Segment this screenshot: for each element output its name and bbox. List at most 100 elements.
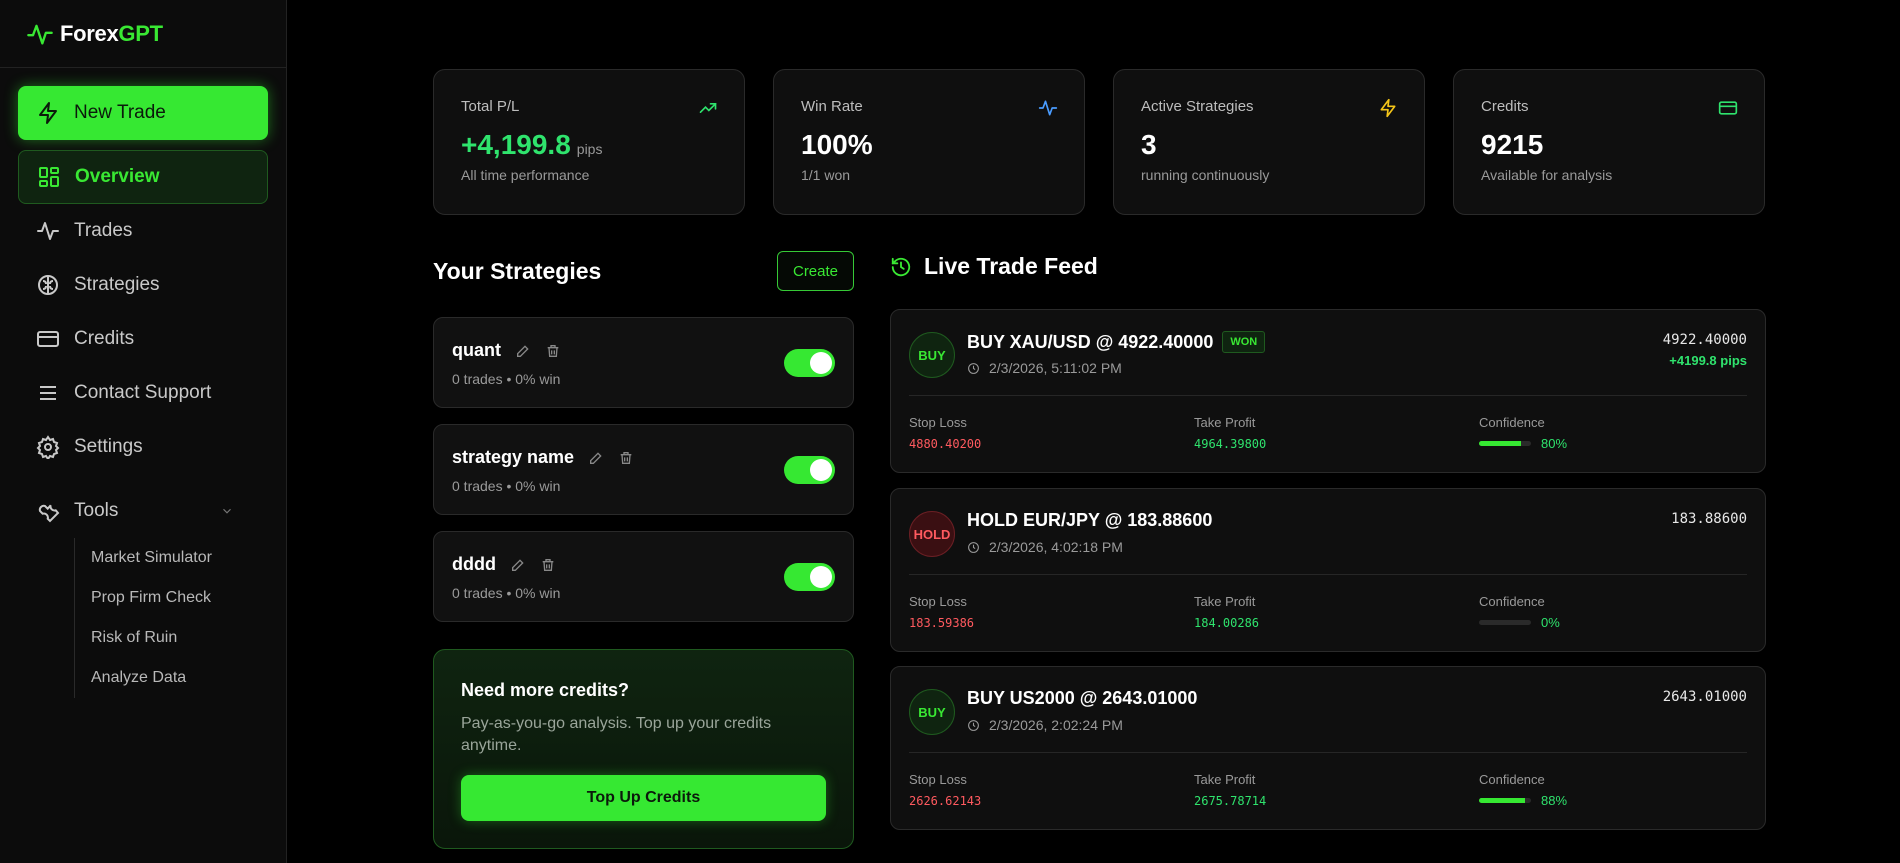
pencil-icon[interactable] — [510, 557, 526, 573]
confidence-label: Confidence — [1479, 415, 1545, 430]
trash-icon[interactable] — [618, 450, 634, 466]
sidebar-item-tools[interactable]: Tools — [18, 484, 268, 538]
stop-loss-value: 2626.62143 — [909, 794, 982, 808]
trade-action-badge: HOLD — [909, 511, 955, 557]
tools-item-analyze-data[interactable]: Analyze Data — [91, 658, 268, 698]
create-strategy-button[interactable]: Create — [777, 251, 854, 291]
stat-subtext: 1/1 won — [801, 167, 851, 183]
confidence-label: Confidence — [1479, 772, 1545, 787]
trade-time-row: 2/3/2026, 2:02:24 PM — [967, 717, 1123, 733]
stop-loss-label: Stop Loss — [909, 772, 967, 787]
brand[interactable]: ForexGPT — [0, 0, 286, 68]
trash-icon[interactable] — [540, 557, 556, 573]
trade-time-row: 2/3/2026, 5:11:02 PM — [967, 360, 1122, 376]
stat-card-credits: Credits 9215 Available for analysis — [1453, 69, 1765, 215]
divider — [909, 752, 1747, 753]
confidence-track — [1479, 798, 1531, 803]
stat-value: +4,199.8 pips — [461, 129, 717, 161]
feed-header: Live Trade Feed — [890, 253, 1098, 280]
strategy-toggle[interactable] — [784, 563, 835, 591]
strategy-meta: 0 trades • 0% win — [452, 478, 561, 494]
stop-loss-label: Stop Loss — [909, 415, 967, 430]
strategy-card[interactable]: strategy name 0 trades • 0% win — [433, 424, 854, 515]
sidebar-item-label: Tools — [74, 500, 119, 521]
wrench-icon — [38, 504, 60, 523]
pulse-logo-icon — [27, 24, 53, 44]
pencil-icon[interactable] — [515, 343, 531, 359]
stat-subtext: running continuously — [1141, 167, 1270, 183]
trade-card[interactable]: BUY BUY XAU/USD @ 4922.40000 WON 2/3/202… — [890, 309, 1766, 473]
trade-title-row: HOLD EUR/JPY @ 183.88600 — [967, 510, 1212, 531]
sidebar-item-label: Trades — [74, 220, 133, 241]
confidence-meter: 80% — [1479, 436, 1567, 451]
stat-subtext: Available for analysis — [1481, 167, 1613, 183]
sidebar-nav: New Trade Overview Trades Strategies Cre… — [0, 68, 286, 716]
tools-item-risk-of-ruin[interactable]: Risk of Ruin — [91, 618, 268, 658]
confidence-value: 0% — [1541, 615, 1560, 630]
strategy-name-row: quant — [452, 340, 835, 361]
trade-card[interactable]: BUY BUY US2000 @ 2643.01000 2/3/2026, 2:… — [890, 666, 1766, 830]
sidebar-item-trades[interactable]: Trades — [18, 204, 268, 258]
zap-icon — [1380, 98, 1396, 118]
strategy-name: quant — [452, 340, 501, 360]
trade-card[interactable]: HOLD HOLD EUR/JPY @ 183.88600 2/3/2026, … — [890, 488, 1766, 652]
trade-pips: +4199.8 pips — [1669, 353, 1747, 368]
stat-label: Credits — [1481, 98, 1529, 115]
sidebar-item-label: Contact Support — [74, 382, 212, 403]
strategy-card[interactable]: quant 0 trades • 0% win — [433, 317, 854, 408]
brand-prefix: Forex — [60, 20, 119, 46]
tools-item-prop-firm-check[interactable]: Prop Firm Check — [91, 578, 268, 618]
confidence-value: 88% — [1541, 793, 1568, 808]
trade-price: 4922.40000 — [1662, 332, 1747, 348]
confidence-track — [1479, 441, 1531, 446]
sidebar-item-contact-support[interactable]: Contact Support — [18, 366, 268, 420]
pencil-icon[interactable] — [588, 450, 604, 466]
take-profit-label: Take Profit — [1194, 772, 1256, 787]
sidebar-item-credits[interactable]: Credits — [18, 312, 268, 366]
confidence-col: Confidence 88% — [1479, 772, 1567, 808]
brain-icon — [38, 275, 58, 295]
sidebar-item-overview[interactable]: Overview — [18, 150, 268, 204]
stat-card-win-rate: Win Rate 100% 1/1 won — [773, 69, 1085, 215]
new-trade-label: New Trade — [74, 102, 166, 123]
stat-label: Active Strategies — [1141, 98, 1254, 115]
trade-price: 183.88600 — [1671, 511, 1747, 527]
sidebar-item-strategies[interactable]: Strategies — [18, 258, 268, 312]
tools-item-market-simulator[interactable]: Market Simulator — [91, 538, 268, 578]
credit-card-icon — [37, 331, 59, 347]
confidence-meter: 88% — [1479, 793, 1567, 808]
brand-name: ForexGPT — [60, 21, 163, 47]
take-profit-col: Take Profit 4964.39800 — [1194, 415, 1266, 451]
strategy-toggle[interactable] — [784, 349, 835, 377]
stop-loss-col: Stop Loss 183.59386 — [909, 594, 974, 630]
take-profit-label: Take Profit — [1194, 415, 1256, 430]
strategy-name: dddd — [452, 554, 496, 574]
top-up-credits-button[interactable]: Top Up Credits — [461, 775, 826, 821]
trade-title-row: BUY XAU/USD @ 4922.40000 WON — [967, 331, 1266, 353]
stop-loss-value: 4880.40200 — [909, 437, 982, 451]
trade-action-badge: BUY — [909, 689, 955, 735]
chevron-down-icon[interactable] — [220, 504, 234, 518]
trade-time: 2/3/2026, 4:02:18 PM — [989, 539, 1123, 555]
strategies-title: Your Strategies — [433, 258, 602, 284]
confidence-value: 80% — [1541, 436, 1568, 451]
confidence-col: Confidence 80% — [1479, 415, 1567, 451]
trade-price: 2643.01000 — [1662, 689, 1747, 705]
feed-title: Live Trade Feed — [924, 253, 1098, 279]
sidebar-item-label: Credits — [74, 328, 135, 349]
strategy-toggle[interactable] — [784, 456, 835, 484]
stat-card-total-pl: Total P/L +4,199.8 pips All time performa… — [433, 69, 745, 215]
trash-icon[interactable] — [545, 343, 561, 359]
divider — [909, 395, 1747, 396]
strategy-card[interactable]: dddd 0 trades • 0% win — [433, 531, 854, 622]
stat-value: 100% — [801, 129, 873, 160]
confidence-fill — [1479, 798, 1525, 803]
stat-value: 9215 — [1481, 129, 1544, 160]
stat-label: Win Rate — [801, 98, 863, 115]
stop-loss-label: Stop Loss — [909, 594, 967, 609]
stat-label: Total P/L — [461, 98, 520, 115]
stop-loss-col: Stop Loss 4880.40200 — [909, 415, 981, 451]
sidebar-item-settings[interactable]: Settings — [18, 420, 268, 474]
credits-promo-card: Need more credits? Pay-as-you-go analysi… — [433, 649, 854, 849]
new-trade-button[interactable]: New Trade — [18, 86, 268, 140]
